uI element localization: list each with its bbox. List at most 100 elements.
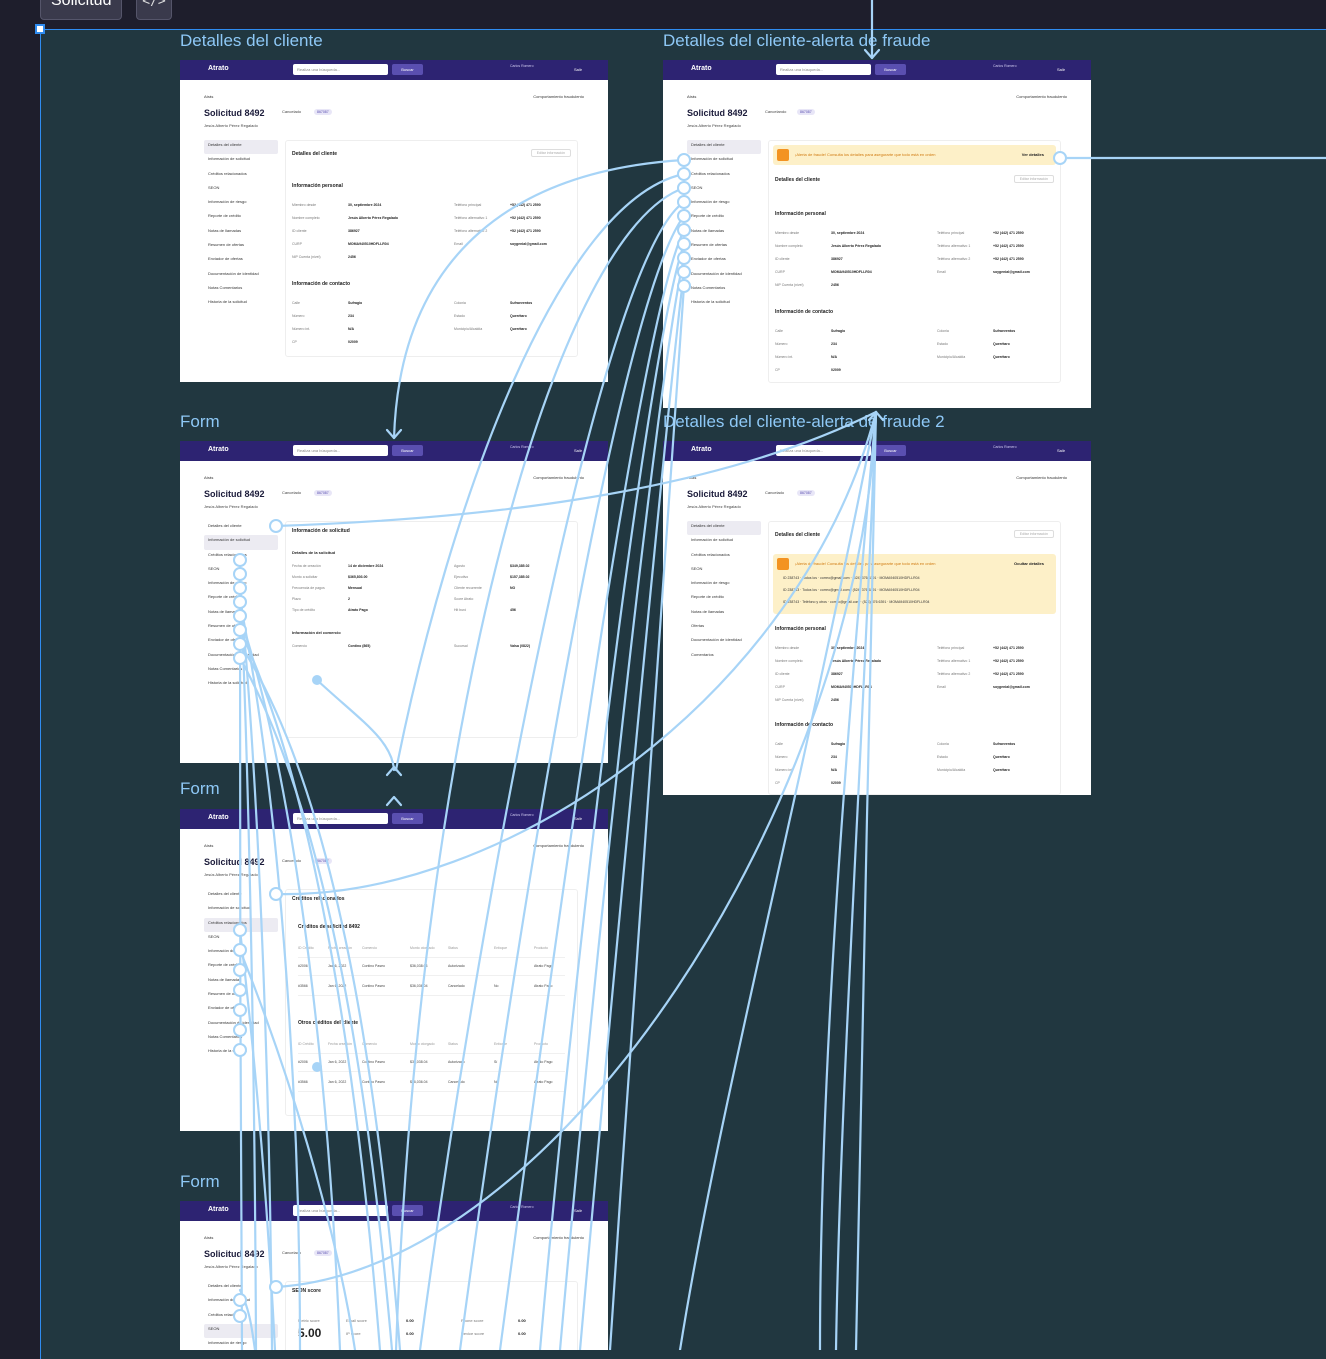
menu-item[interactable]: Historia de la solicitud	[687, 297, 761, 311]
menu-item[interactable]: SEON	[204, 932, 278, 946]
menu-item[interactable]: Información de riesgo	[204, 1338, 278, 1350]
credit-badge[interactable]: 867087	[314, 1250, 332, 1256]
see-details-button[interactable]: Ver detalles	[1022, 152, 1044, 157]
menu-item[interactable]: Enviador de ofertas	[687, 254, 761, 268]
back-link[interactable]: Atrás	[687, 94, 696, 99]
menu-item[interactable]: Detalles del cliente	[687, 521, 761, 536]
search-input[interactable]: Realiza una búsqueda...	[293, 813, 388, 824]
fraud-report-link[interactable]: Comportamiento fraudulento	[533, 1235, 584, 1240]
frame-form-solicitud[interactable]: Atrato Realiza una búsqueda... Buscar Ca…	[180, 441, 608, 763]
menu-item[interactable]: SEON	[204, 1323, 278, 1339]
menu-item[interactable]: Reporte de crédito	[687, 592, 761, 606]
code-icon[interactable]: </>	[136, 0, 172, 20]
search-input[interactable]: Realiza una búsqueda...	[293, 445, 388, 456]
menu-item[interactable]: Ofertas	[687, 621, 761, 635]
table-row[interactable]: #2006 Jan 6, 2022 Contino Paseo $36,038.04 A…	[298, 964, 565, 976]
menu-item[interactable]: Documentación de identidad	[204, 1018, 278, 1032]
edit-button[interactable]: Editar información	[1013, 175, 1054, 183]
menu-item[interactable]: Créditos relacionados	[687, 550, 761, 564]
frame-detalles-cliente[interactable]: Atrato Realiza una búsqueda... Buscar Ca…	[180, 60, 608, 382]
menu-item[interactable]: Información de riesgo	[204, 946, 278, 960]
fraud-match-row[interactable]: ID 238743 · Teléfono y otros · correo@gm…	[783, 600, 929, 604]
edit-button[interactable]: Editar información	[1013, 530, 1054, 538]
exit-button[interactable]: Salir	[1057, 448, 1065, 453]
search-input[interactable]: Realiza una búsqueda...	[776, 64, 871, 75]
section-label[interactable]: Solicitud	[40, 0, 123, 20]
search-input[interactable]: Realiza una búsqueda...	[293, 64, 388, 75]
back-link[interactable]: Atrás	[687, 475, 696, 480]
menu-item[interactable]: Reporte de crédito	[204, 592, 278, 606]
menu-item[interactable]: SEON	[204, 564, 278, 578]
back-link[interactable]: Atrás	[204, 94, 213, 99]
menu-item[interactable]: Notas de llamadas	[687, 226, 761, 240]
back-link[interactable]: Atrás	[204, 843, 213, 848]
frame-alerta-fraude[interactable]: Atrato Realiza una búsqueda... Buscar Ca…	[663, 60, 1091, 408]
credit-badge[interactable]: 867087	[314, 858, 332, 864]
fraud-report-link[interactable]: Comportamiento fraudulento	[1016, 475, 1067, 480]
menu-item[interactable]: Resumen de ofertas	[687, 240, 761, 254]
menu-item[interactable]: Documentación de identidad	[687, 269, 761, 283]
menu-item[interactable]: Enviador de ofertas	[204, 254, 278, 268]
table-row[interactable]: #3566 Jan 6, 2022 Contino Paseo $36,036.04 C…	[298, 984, 565, 996]
menu-item[interactable]: Detalles del cliente	[687, 140, 761, 155]
menu-item[interactable]: Créditos relacionados	[204, 169, 278, 183]
menu-item[interactable]: Historia de la solicitud	[204, 297, 278, 311]
menu-item[interactable]: Historia de la solicitud	[204, 1046, 278, 1060]
edit-button[interactable]: Editar información	[530, 149, 571, 157]
fraud-report-link[interactable]: Comportamiento fraudulento	[533, 843, 584, 848]
search-input[interactable]: Realiza una búsqueda...	[776, 445, 871, 456]
menu-item[interactable]: Créditos relacionados	[204, 1310, 278, 1324]
menu-item[interactable]: Notas de llamadas	[204, 975, 278, 989]
fraud-report-link[interactable]: Comportamiento fraudulento	[533, 94, 584, 99]
fraud-report-link[interactable]: Comportamiento fraudulento	[1016, 94, 1067, 99]
back-link[interactable]: Atrás	[204, 475, 213, 480]
menu-item[interactable]: Notas Comentarios	[204, 283, 278, 297]
search-button[interactable]: Buscar	[875, 64, 906, 75]
search-input[interactable]: Realiza una búsqueda...	[293, 1205, 388, 1216]
frame-form-creditos[interactable]: Atrato Realiza una búsqueda... Buscar Ca…	[180, 809, 608, 1131]
menu-item[interactable]: Información de solicitud	[204, 1295, 278, 1309]
menu-item[interactable]: Información de riesgo	[204, 197, 278, 211]
fraud-report-link[interactable]: Comportamiento fraudulento	[533, 475, 584, 480]
menu-item[interactable]: Notas de llamadas	[204, 226, 278, 240]
table-row[interactable]: #3566 Jan 6, 2022 Contino Paseo $36,036.04 C…	[298, 1080, 565, 1092]
search-button[interactable]: Buscar	[875, 445, 906, 456]
frame-title[interactable]: Form	[180, 779, 220, 799]
search-button[interactable]: Buscar	[392, 64, 423, 75]
table-row[interactable]: #2006 Jan 6, 2022 Contino Paseo $36,038.04 A…	[298, 1060, 565, 1072]
search-button[interactable]: Buscar	[392, 445, 423, 456]
resize-handle[interactable]	[35, 24, 45, 34]
frame-title[interactable]: Form	[180, 412, 220, 432]
menu-item[interactable]: Documentación de identidad	[204, 650, 278, 664]
menu-item[interactable]: Detalles del cliente	[204, 521, 278, 535]
menu-item[interactable]: Información de solicitud	[204, 535, 278, 550]
frame-title[interactable]: Form	[180, 1172, 220, 1192]
exit-button[interactable]: Salir	[574, 1208, 582, 1213]
menu-item[interactable]: Detalles del cliente	[204, 889, 278, 903]
menu-item[interactable]: Información de riesgo	[687, 578, 761, 592]
menu-item[interactable]: Notas Comentarios	[204, 664, 278, 678]
menu-item[interactable]: Documentación de identidad	[687, 635, 761, 649]
credit-badge[interactable]: 867087	[314, 109, 332, 115]
menu-item[interactable]: Créditos relacionados	[204, 550, 278, 564]
exit-button[interactable]: Salir	[574, 448, 582, 453]
credit-badge[interactable]: 867087	[314, 490, 332, 496]
menu-item[interactable]: Créditos relacionados	[687, 169, 761, 183]
menu-item[interactable]: Comentarios	[687, 650, 761, 664]
hide-details-button[interactable]: Ocultar detalles	[1014, 561, 1044, 566]
search-button[interactable]: Buscar	[392, 813, 423, 824]
menu-item[interactable]: Información de riesgo	[687, 197, 761, 211]
menu-item[interactable]: Reporte de crédito	[204, 211, 278, 225]
frame-title[interactable]: Detalles del cliente-alerta de fraude 2	[663, 412, 945, 432]
menu-item[interactable]: Reporte de crédito	[687, 211, 761, 225]
frame-title[interactable]: Detalles del cliente	[180, 31, 323, 51]
credit-badge[interactable]: 867087	[797, 109, 815, 115]
menu-item[interactable]: Información de solicitud	[204, 154, 278, 168]
menu-item[interactable]: Detalles del cliente	[204, 1281, 278, 1295]
menu-item[interactable]: Información de riesgo	[204, 578, 278, 592]
menu-item[interactable]: Reporte de crédito	[204, 960, 278, 974]
exit-button[interactable]: Salir	[574, 816, 582, 821]
credit-badge[interactable]: 867087	[797, 490, 815, 496]
menu-item[interactable]: Enviador de ofertas	[204, 1003, 278, 1017]
frame-alerta-fraude-2[interactable]: Atrato Realiza una búsqueda... Buscar Ca…	[663, 441, 1091, 795]
